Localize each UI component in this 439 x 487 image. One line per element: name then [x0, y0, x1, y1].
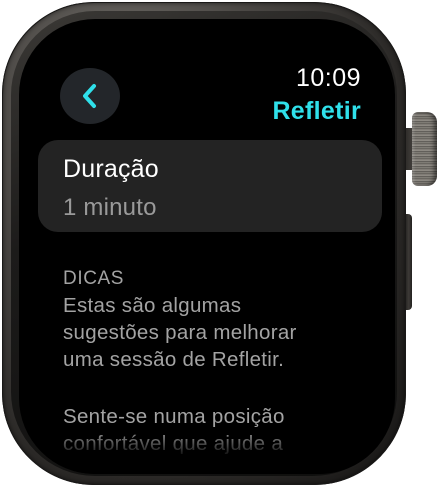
app-title: Refletir [272, 97, 361, 125]
tips-heading: DICAS [63, 268, 125, 289]
duration-value: 1 minuto [63, 194, 157, 221]
clock-time: 10:09 [295, 64, 361, 92]
watch-screen: 10:09 Refletir Duração 1 minuto DICAS Es… [19, 19, 395, 474]
watch-stage: 10:09 Refletir Duração 1 minuto DICAS Es… [0, 0, 439, 487]
duration-label: Duração [63, 155, 159, 183]
back-button[interactable] [60, 68, 120, 124]
digital-crown[interactable] [412, 112, 437, 186]
watch-case: 10:09 Refletir Duração 1 minuto DICAS Es… [2, 2, 406, 485]
tips-text: Estas são algumas sugestões para melhora… [63, 294, 297, 371]
scroll-fade [19, 429, 395, 474]
chevron-left-icon [83, 84, 96, 108]
duration-setting[interactable]: Duração 1 minuto [38, 140, 382, 232]
